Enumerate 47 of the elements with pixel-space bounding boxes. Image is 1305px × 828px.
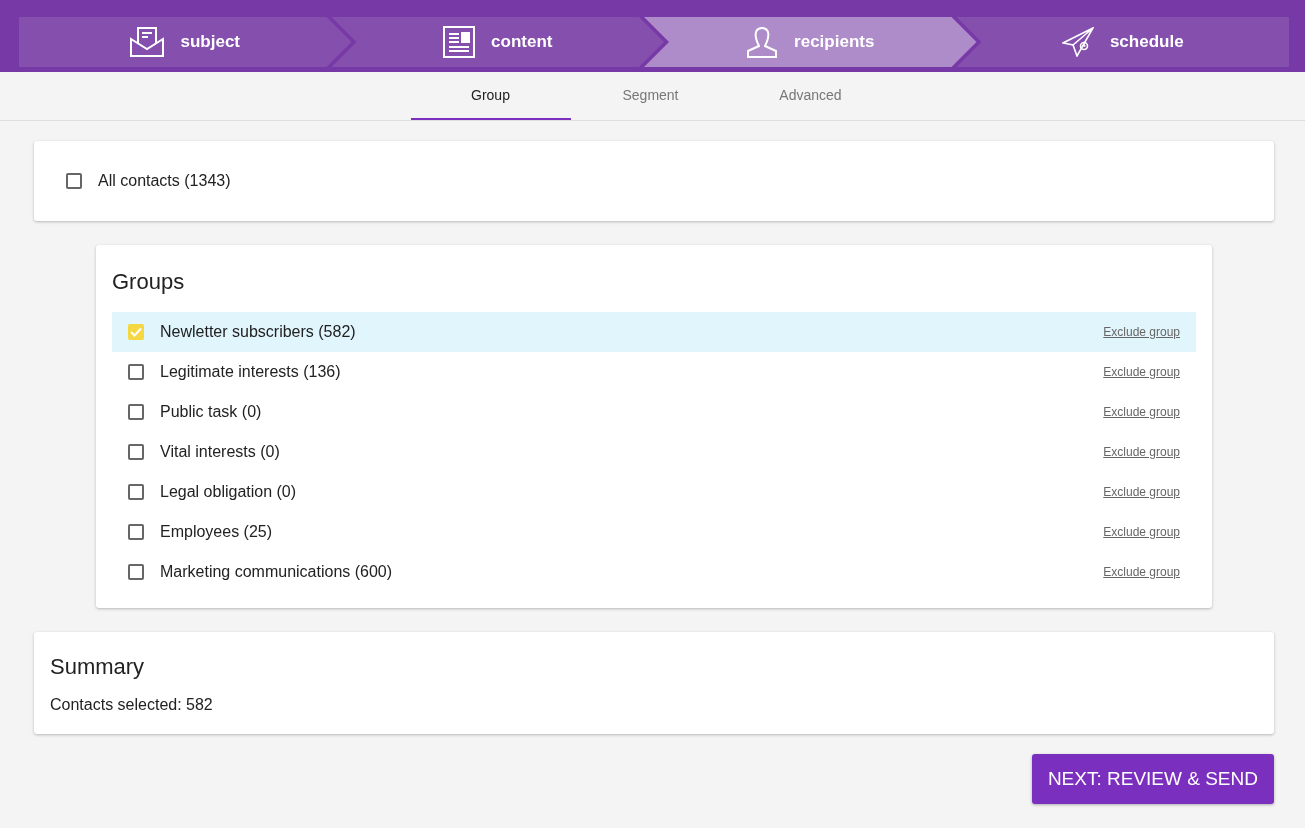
step-tab[interactable]: schedule — [956, 17, 1289, 67]
checkbox[interactable] — [128, 564, 144, 580]
group-row[interactable]: Vital interests (0) Exclude group — [112, 432, 1196, 472]
group-label: Marketing communications (600) — [160, 562, 393, 582]
checkbox[interactable] — [128, 444, 144, 460]
checkbox[interactable] — [128, 404, 144, 420]
person-icon — [746, 26, 779, 58]
step-label: schedule — [1109, 31, 1184, 54]
group-label: Employees (25) — [160, 522, 273, 542]
step-tab[interactable]: content — [331, 17, 664, 67]
tab[interactable]: Segment — [570, 72, 731, 120]
checkbox[interactable] — [128, 364, 144, 380]
summary-text: Contacts selected: 582 — [50, 695, 214, 715]
group-row[interactable]: Public task (0) Exclude group — [112, 392, 1196, 432]
group-label: Legal obligation (0) — [160, 482, 297, 502]
step-label: recipients — [794, 31, 875, 54]
paper-plane-icon — [1061, 27, 1094, 57]
group-label: Public task (0) — [160, 402, 262, 422]
section-title: Groups — [112, 268, 186, 296]
checkbox[interactable] — [128, 524, 144, 540]
envelope-icon — [130, 27, 165, 57]
exclude-group-link[interactable]: Exclude group — [1103, 523, 1180, 541]
tab[interactable]: Group — [410, 72, 571, 120]
section-title: Summary — [50, 653, 146, 681]
step-label: content — [491, 31, 553, 54]
exclude-group-link[interactable]: Exclude group — [1103, 483, 1180, 501]
step-tab[interactable]: subject — [19, 17, 352, 67]
exclude-group-link[interactable]: Exclude group — [1103, 323, 1180, 341]
next-button[interactable]: NEXT: REVIEW & SEND — [1031, 754, 1274, 804]
group-row[interactable]: Legitimate interests (136) Exclude group — [112, 352, 1196, 392]
checkbox-label: All contacts (1343) — [98, 171, 231, 191]
exclude-group-link[interactable]: Exclude group — [1103, 363, 1180, 381]
exclude-group-link[interactable]: Exclude group — [1103, 403, 1180, 421]
group-label: Vital interests (0) — [160, 442, 280, 462]
checkbox[interactable] — [128, 484, 144, 500]
group-label: Legitimate interests (136) — [160, 362, 341, 382]
document-icon — [443, 26, 476, 58]
tab[interactable]: Advanced — [730, 72, 891, 120]
exclude-group-link[interactable]: Exclude group — [1103, 443, 1180, 461]
group-row[interactable]: Newletter subscribers (582) Exclude group — [112, 312, 1196, 352]
checkbox[interactable] — [66, 173, 82, 189]
step-label: subject — [180, 31, 240, 54]
group-row[interactable]: Legal obligation (0) Exclude group — [112, 472, 1196, 512]
group-label: Newletter subscribers (582) — [160, 322, 356, 342]
group-row[interactable]: Marketing communications (600) Exclude group — [112, 552, 1196, 592]
group-row[interactable]: Employees (25) Exclude group — [112, 512, 1196, 552]
exclude-group-link[interactable]: Exclude group — [1103, 563, 1180, 581]
